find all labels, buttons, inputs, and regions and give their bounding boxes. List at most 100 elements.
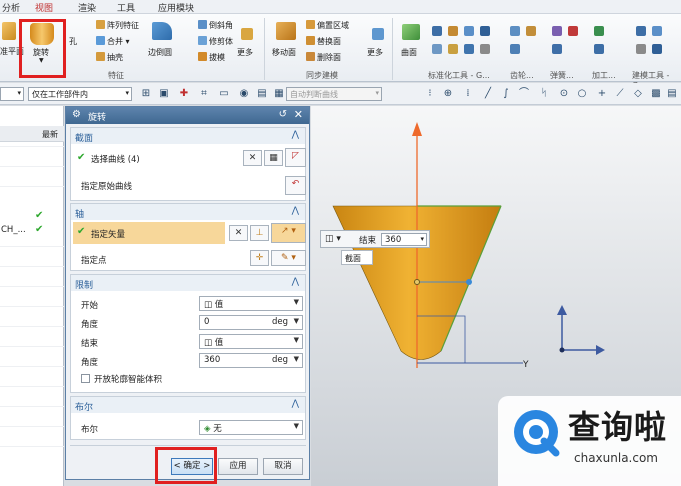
select-curve-label[interactable]: 选择曲线 (4)	[91, 153, 140, 165]
gear-icon[interactable]: ⚙	[72, 109, 81, 120]
snap-curve-icon[interactable]: ∫	[500, 88, 512, 100]
snap-line-icon[interactable]: ╱	[482, 88, 494, 100]
navigator-row[interactable]	[0, 146, 64, 147]
snap-settings-icon[interactable]: ▤	[666, 88, 678, 100]
datum-plane-icon[interactable]	[2, 22, 16, 40]
more-features-icon[interactable]	[241, 28, 253, 40]
navigator-item-label[interactable]: CH_...	[1, 225, 26, 235]
collapse-icon[interactable]: ⋀	[292, 130, 299, 140]
menu-tools[interactable]: 工具	[117, 1, 135, 14]
point-dialog-icon[interactable]: ✛	[250, 250, 269, 266]
more-features-label[interactable]: 更多	[237, 47, 253, 58]
apply-button[interactable]: 应用	[218, 458, 258, 475]
surface-icon[interactable]	[402, 24, 420, 40]
standard-tool-icon[interactable]	[432, 26, 442, 36]
rectangle-select-icon[interactable]: ▭	[218, 88, 230, 100]
menu-render[interactable]: 渲染	[78, 1, 96, 14]
navigator-row[interactable]	[0, 286, 64, 287]
view-icon[interactable]: ◉	[238, 88, 250, 100]
collapse-icon[interactable]: ⋀	[292, 206, 299, 216]
machining-tool-icon[interactable]	[594, 44, 604, 54]
modeling-tool-icon[interactable]	[636, 26, 646, 36]
standard-tool-icon[interactable]	[480, 44, 490, 54]
chamfer-button[interactable]: 倒斜角	[198, 20, 233, 31]
delete-face-button[interactable]: 删除面	[306, 52, 341, 63]
reverse-direction-icon[interactable]: ✕	[229, 225, 248, 241]
gear-tool-icon[interactable]	[510, 26, 520, 36]
lasso-icon[interactable]: ⌗	[198, 88, 210, 100]
selection-mode-icon[interactable]: ✚	[178, 88, 190, 100]
collapse-icon[interactable]: ⋀	[292, 277, 299, 287]
snap-intersect-icon[interactable]: ᛋ	[538, 88, 550, 100]
snap-face-icon[interactable]: ◇	[632, 88, 644, 100]
snap-quadrant-icon[interactable]: ○	[576, 88, 588, 100]
standard-tool-icon[interactable]	[464, 44, 474, 54]
latest-column-header[interactable]: 最新	[42, 129, 58, 140]
modeling-tool-icon[interactable]	[652, 26, 662, 36]
menu-view[interactable]: 视图	[35, 1, 53, 14]
point-type-dropdown[interactable]: ✎ ▾	[271, 250, 306, 266]
value-type-icon[interactable]: ◫ ▾	[325, 234, 341, 244]
edge-blend-label[interactable]: 边倒圆	[148, 47, 172, 58]
spring-tool-icon[interactable]	[568, 26, 578, 36]
angle-handle[interactable]	[466, 279, 472, 285]
cancel-button[interactable]: 取消	[263, 458, 303, 475]
unite-button[interactable]: 合并 ▾	[96, 36, 130, 47]
offset-region-button[interactable]: 偏置区域	[306, 20, 349, 31]
snap-grid-point-icon[interactable]: ▩	[650, 88, 662, 100]
snap-on-curve-icon[interactable]: ⟋	[614, 88, 626, 100]
standard-tool-icon[interactable]	[448, 44, 458, 54]
curve-rule-dropdown[interactable]: 自动判断曲线 ▾	[286, 87, 382, 101]
menu-application[interactable]: 应用模块	[158, 1, 194, 14]
navigator-row[interactable]	[0, 446, 64, 447]
draft-button[interactable]: 拔模	[198, 52, 225, 63]
pattern-feature-button[interactable]: 阵列特征	[96, 20, 139, 31]
navigator-row[interactable]	[0, 166, 64, 167]
standard-tool-icon[interactable]	[448, 26, 458, 36]
dialog-title-bar[interactable]: ⚙ 旋转 ↺ ✕	[66, 107, 309, 124]
end-angle-onscreen-input[interactable]: ◫ ▾ 结束 360 ▾	[320, 230, 430, 248]
navigator-row[interactable]	[0, 426, 64, 427]
close-icon[interactable]: ✕	[294, 108, 303, 121]
snap-point-icon[interactable]: +	[596, 88, 608, 100]
snap-icon[interactable]: ⁝	[424, 88, 436, 100]
limits-group-header[interactable]: 限制 ⋀	[71, 275, 305, 291]
machining-tool-icon[interactable]	[594, 26, 604, 36]
navigator-row[interactable]	[0, 386, 64, 387]
origin-curve-icon[interactable]: ↶	[285, 176, 306, 195]
deselect-icon[interactable]: ✕	[243, 150, 262, 166]
more-sync-label[interactable]: 更多	[367, 47, 383, 58]
selection-scope-dropdown[interactable]: 仅在工作部件内 ▾	[28, 87, 132, 101]
select-all-icon[interactable]: ▣	[158, 88, 170, 100]
shell-button[interactable]: 抽壳	[96, 52, 123, 63]
spring-tool-icon[interactable]	[552, 44, 562, 54]
curve-rule-icon[interactable]: ▦	[264, 150, 283, 166]
snap-center-icon[interactable]: ⊙	[558, 88, 570, 100]
move-face-label[interactable]: 移动面	[272, 47, 296, 58]
navigator-row[interactable]	[0, 346, 64, 347]
reset-icon[interactable]: ↺	[279, 109, 287, 120]
end-angle-input[interactable]: 360 deg ▼	[199, 353, 303, 368]
axis-arrow-icon[interactable]	[412, 122, 422, 136]
navigator-row[interactable]	[0, 326, 64, 327]
end-angle-field[interactable]: 360 ▾	[381, 233, 427, 246]
vector-dialog-icon[interactable]: ⊥	[250, 225, 269, 241]
hole-label[interactable]: 孔	[69, 36, 77, 47]
standard-tool-icon[interactable]	[464, 26, 474, 36]
end-type-dropdown[interactable]: ◫ 值 ▼	[199, 334, 303, 349]
start-angle-input[interactable]: 0 deg ▼	[199, 315, 303, 330]
menu-analysis[interactable]: 分析	[2, 1, 20, 14]
modeling-tool-icon[interactable]	[652, 44, 662, 54]
display-icon[interactable]: ▤	[256, 88, 268, 100]
gear-tool-icon[interactable]	[510, 44, 520, 54]
measure-icon[interactable]: ▦	[273, 88, 285, 100]
navigator-row[interactable]	[0, 186, 64, 187]
specify-vector-label[interactable]: 指定矢量	[91, 228, 125, 240]
surface-label[interactable]: 曲面	[401, 47, 417, 58]
boolean-dropdown[interactable]: ◈ 无 ▼	[199, 420, 303, 435]
more-sync-icon[interactable]	[372, 28, 384, 40]
filter-icon[interactable]: ⊞	[140, 88, 152, 100]
navigator-row[interactable]	[0, 246, 64, 247]
snap-tangent-icon[interactable]: ⌒	[518, 88, 530, 100]
replace-face-button[interactable]: 替换面	[306, 36, 341, 47]
